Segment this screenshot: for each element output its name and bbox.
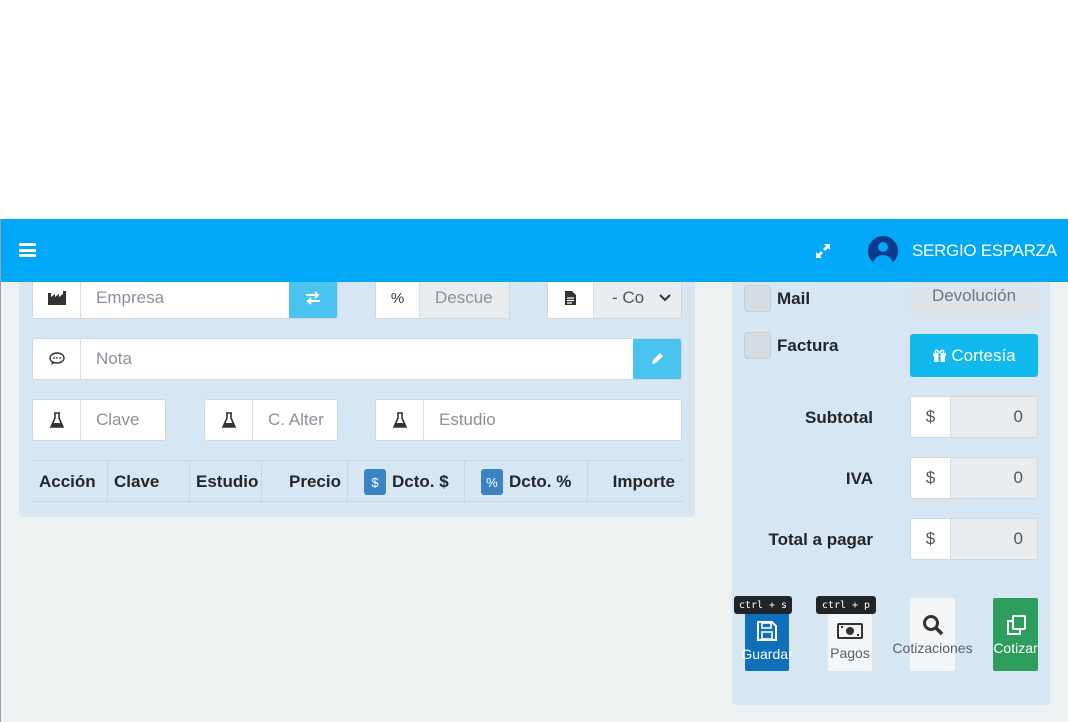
exchange-icon — [306, 291, 320, 305]
clave-input-group: Clave — [32, 399, 166, 441]
user-name[interactable]: SERGIO ESPARZA — [912, 241, 1057, 261]
cortesia-label: Cortesía — [951, 345, 1016, 365]
cotizaciones-label: Cotizaciones — [892, 639, 973, 656]
total-field: $ 0 — [910, 518, 1038, 560]
column-dcto-porcentaje-label: Dcto. % — [509, 472, 572, 491]
column-accion: Acción — [32, 461, 108, 503]
mail-label: Mail — [777, 288, 811, 308]
total-value: 0 — [951, 519, 1037, 559]
descuento-input-group: % Descue — [375, 277, 510, 319]
mail-option: Mail — [744, 285, 810, 312]
cortesia-button[interactable]: Cortesía — [910, 334, 1038, 377]
column-dcto-porcentaje: % Dcto. % — [465, 461, 588, 503]
save-icon — [757, 621, 777, 641]
flask-icon — [376, 400, 424, 440]
edit-nota-button[interactable] — [633, 339, 681, 379]
cotizaciones-button[interactable]: Cotizaciones — [892, 598, 973, 671]
percent-badge: % — [481, 469, 503, 495]
nota-input[interactable]: Nota — [81, 339, 633, 379]
column-clave: Clave — [108, 461, 190, 503]
clave-alterna-input[interactable]: C. Alter — [253, 400, 337, 440]
search-icon — [922, 614, 943, 635]
swap-empresa-button[interactable] — [289, 278, 337, 318]
currency-addon: $ — [911, 519, 951, 559]
total-label: Total a pagar — [768, 530, 873, 549]
mail-checkbox[interactable] — [744, 285, 771, 312]
cotizar-button[interactable]: Cotizar — [993, 598, 1038, 671]
factura-option: Factura — [744, 332, 838, 359]
flask-icon — [33, 400, 81, 440]
industry-icon — [33, 278, 81, 318]
subtotal-value: 0 — [951, 397, 1037, 437]
factura-checkbox[interactable] — [744, 332, 771, 359]
cotizar-label: Cotizar — [993, 639, 1038, 656]
app-container: SERGIO ESPARZA Empresa % Descue - Co Not… — [0, 219, 1068, 722]
comprobante-input-group: - Co — [547, 277, 682, 319]
pagos-label: Pagos — [830, 645, 870, 661]
pagos-button[interactable]: Pagos — [828, 611, 872, 671]
devolucion-button[interactable]: Devolución — [910, 277, 1038, 315]
factura-label: Factura — [777, 335, 839, 355]
guardar-shortcut-tooltip: ctrl + s — [734, 596, 792, 614]
copy-icon — [1006, 614, 1026, 635]
empresa-input-group: Empresa — [32, 277, 338, 319]
iva-label: IVA — [845, 469, 873, 488]
column-dcto-monto-label: Dcto. $ — [392, 472, 449, 491]
subtotal-label: Subtotal — [805, 408, 873, 427]
dollar-badge: $ — [364, 469, 386, 495]
top-navbar: SERGIO ESPARZA — [1, 219, 1068, 282]
hamburger-menu-icon[interactable] — [19, 243, 36, 257]
fullscreen-expand-icon[interactable] — [813, 241, 833, 261]
column-dcto-monto: $ Dcto. $ — [348, 461, 465, 503]
currency-addon: $ — [911, 397, 951, 437]
comprobante-selected-value: - Co — [612, 288, 645, 307]
blank-top-area — [0, 0, 1068, 219]
studies-table-header: Acción Clave Estudio Precio $ Dcto. $ % … — [32, 460, 683, 503]
comprobante-select[interactable]: - Co — [594, 278, 681, 318]
empresa-input[interactable]: Empresa — [81, 278, 289, 318]
pencil-icon — [652, 353, 663, 364]
iva-value: 0 — [951, 458, 1037, 498]
guardar-button[interactable]: Guardar — [741, 611, 793, 671]
estudio-input[interactable]: Estudio — [424, 400, 681, 440]
column-estudio: Estudio — [190, 461, 262, 503]
gift-icon — [933, 349, 947, 362]
user-circle-icon[interactable] — [868, 236, 898, 266]
flask-icon — [205, 400, 253, 440]
subtotal-field: $ 0 — [910, 396, 1038, 438]
nota-input-group: Nota — [32, 338, 682, 380]
descuento-input[interactable]: Descue — [420, 278, 509, 318]
column-precio: Precio — [262, 461, 348, 503]
chevron-down-icon — [659, 294, 671, 302]
iva-field: $ 0 — [910, 457, 1038, 499]
pagos-shortcut-tooltip: ctrl + p — [816, 596, 876, 614]
clave-alterna-input-group: C. Alter — [204, 399, 338, 441]
document-icon — [548, 278, 594, 318]
estudio-input-group: Estudio — [375, 399, 682, 441]
currency-addon: $ — [911, 458, 951, 498]
guardar-label: Guardar — [741, 646, 793, 662]
column-importe: Importe — [612, 472, 675, 491]
comment-icon — [33, 339, 81, 379]
money-bill-icon — [837, 623, 863, 639]
percent-addon: % — [376, 278, 420, 318]
clave-input[interactable]: Clave — [81, 400, 165, 440]
